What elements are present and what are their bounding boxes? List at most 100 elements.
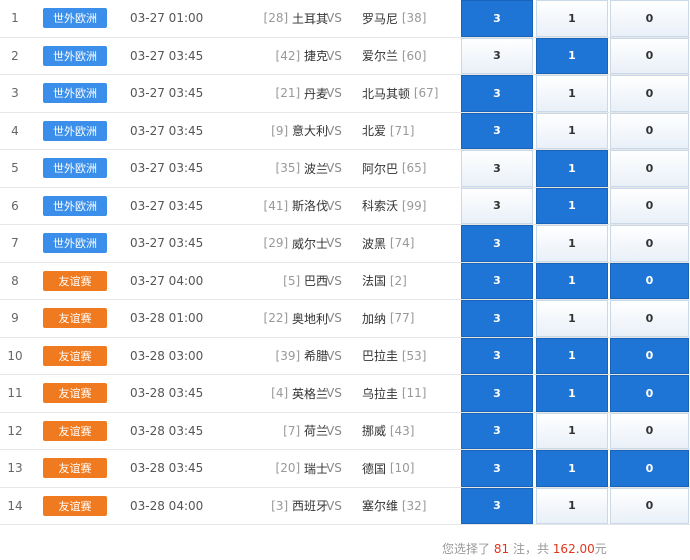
away-team: 塞尔维 [32] [362, 488, 462, 525]
option-draw-button[interactable]: 1 [536, 450, 608, 487]
league-badge[interactable]: 友谊赛 [43, 495, 107, 516]
option-loss-button[interactable]: 0 [610, 450, 689, 487]
option-draw-button[interactable]: 1 [536, 0, 608, 37]
option-loss-button[interactable]: 0 [610, 225, 689, 262]
match-time: 03-28 01:00 [130, 311, 204, 326]
option-draw-button[interactable]: 1 [536, 337, 608, 374]
match-time: 03-27 03:45 [130, 86, 204, 101]
option-loss-button[interactable]: 0 [610, 37, 689, 74]
vs-label: VS [326, 273, 342, 288]
away-team: 法国 [2] [362, 263, 462, 300]
away-team-name: 塞尔维 [362, 499, 399, 514]
match-row: 10 友谊赛 03-28 03:00 [39] 希腊 VS 巴拉圭 [53] 3 1 0 [0, 337, 690, 375]
option-win-button[interactable]: 3 [461, 375, 533, 412]
home-team: [7] 荷兰 [232, 413, 328, 450]
league-badge[interactable]: 友谊赛 [43, 345, 107, 366]
option-draw-button[interactable]: 1 [536, 487, 608, 524]
vs-label: VS [326, 423, 342, 438]
option-draw-button[interactable]: 1 [536, 75, 608, 112]
home-team: [5] 巴西 [232, 263, 328, 300]
match-number: 13 [7, 461, 23, 476]
away-team-name: 北爱 [362, 124, 387, 139]
option-win-button[interactable]: 3 [461, 262, 533, 299]
option-loss-button[interactable]: 0 [610, 187, 689, 224]
option-win-button[interactable]: 3 [461, 487, 533, 524]
option-win-button[interactable]: 3 [461, 75, 533, 112]
league-badge[interactable]: 世外欧洲 [43, 195, 107, 216]
vs-label: VS [326, 311, 342, 326]
away-team-name: 德国 [362, 461, 387, 476]
match-time: 03-27 01:00 [130, 11, 204, 26]
match-row: 2 世外欧洲 03-27 03:45 [42] 捷克 VS 爱尔兰 [60] 3 1 0 [0, 37, 690, 75]
league-badge[interactable]: 世外欧洲 [43, 83, 107, 103]
away-team: 挪威 [43] [362, 413, 462, 450]
league-badge[interactable]: 友谊赛 [43, 383, 107, 403]
option-loss-button[interactable]: 0 [610, 337, 689, 374]
option-win-button[interactable]: 3 [461, 300, 533, 337]
match-row: 12 友谊赛 03-28 03:45 [7] 荷兰 VS 挪威 [43] 3 1 0 [0, 412, 690, 450]
away-team-name: 北马其顿 [362, 86, 411, 101]
league-badge[interactable]: 友谊赛 [43, 270, 107, 291]
away-team: 科索沃 [99] [362, 188, 462, 225]
option-draw-button[interactable]: 1 [536, 375, 608, 412]
option-draw-button[interactable]: 1 [536, 112, 608, 149]
league-badge[interactable]: 世外欧洲 [43, 45, 107, 66]
away-team: 罗马尼 [38] [362, 0, 462, 37]
league-badge[interactable]: 友谊赛 [43, 308, 107, 328]
option-win-button[interactable]: 3 [461, 37, 533, 74]
option-loss-button[interactable]: 0 [610, 0, 689, 37]
option-draw-button[interactable]: 1 [536, 225, 608, 262]
option-draw-button[interactable]: 1 [536, 37, 608, 74]
away-team-name: 爱尔兰 [362, 49, 399, 64]
match-time: 03-28 03:00 [130, 348, 204, 363]
away-team-name: 波黑 [362, 236, 387, 251]
league-badge[interactable]: 世外欧洲 [43, 120, 107, 141]
option-loss-button[interactable]: 0 [610, 75, 689, 112]
league-badge[interactable]: 世外欧洲 [43, 158, 107, 178]
vs-label: VS [326, 461, 342, 476]
away-team: 爱尔兰 [60] [362, 38, 462, 75]
league-badge[interactable]: 世外欧洲 [43, 233, 107, 253]
home-rank: [3] [271, 498, 289, 513]
away-rank: [11] [401, 386, 427, 401]
option-loss-button[interactable]: 0 [610, 412, 689, 449]
home-rank: [41] [263, 198, 289, 213]
option-win-button[interactable]: 3 [461, 0, 533, 37]
option-loss-button[interactable]: 0 [610, 150, 689, 187]
match-time: 03-27 03:45 [130, 198, 204, 213]
option-draw-button[interactable]: 1 [536, 412, 608, 449]
option-win-button[interactable]: 3 [461, 112, 533, 149]
home-team: [22] 奥地利 [232, 300, 328, 337]
option-win-button[interactable]: 3 [461, 412, 533, 449]
league-badge[interactable]: 友谊赛 [43, 458, 107, 478]
option-loss-button[interactable]: 0 [610, 262, 689, 299]
home-team: [9] 意大利 [232, 113, 328, 150]
match-row: 4 世外欧洲 03-27 03:45 [9] 意大利 VS 北爱 [71] 3 1 0 [0, 112, 690, 150]
option-loss-button[interactable]: 0 [610, 487, 689, 524]
option-loss-button[interactable]: 0 [610, 112, 689, 149]
option-draw-button[interactable]: 1 [536, 300, 608, 337]
option-win-button[interactable]: 3 [461, 450, 533, 487]
match-number: 11 [7, 386, 23, 401]
option-draw-button[interactable]: 1 [536, 262, 608, 299]
away-team-name: 乌拉圭 [362, 386, 399, 401]
league-badge[interactable]: 友谊赛 [43, 420, 107, 441]
home-team: [3] 西班牙 [232, 488, 328, 525]
option-win-button[interactable]: 3 [461, 187, 533, 224]
away-team: 德国 [10] [362, 450, 462, 487]
league-badge[interactable]: 世外欧洲 [43, 8, 107, 28]
option-loss-button[interactable]: 0 [610, 300, 689, 337]
match-time: 03-27 03:45 [130, 236, 204, 251]
option-win-button[interactable]: 3 [461, 150, 533, 187]
away-rank: [77] [389, 311, 415, 326]
option-draw-button[interactable]: 1 [536, 187, 608, 224]
option-win-button[interactable]: 3 [461, 337, 533, 374]
option-win-button[interactable]: 3 [461, 225, 533, 262]
match-row: 11 友谊赛 03-28 03:45 [4] 英格兰 VS 乌拉圭 [11] 3 1 0 [0, 375, 690, 413]
away-rank: [67] [413, 86, 439, 101]
home-team: [4] 英格兰 [232, 375, 328, 412]
away-rank: [65] [401, 161, 427, 176]
option-draw-button[interactable]: 1 [536, 150, 608, 187]
option-loss-button[interactable]: 0 [610, 375, 689, 412]
home-team: [35] 波兰 [232, 150, 328, 187]
